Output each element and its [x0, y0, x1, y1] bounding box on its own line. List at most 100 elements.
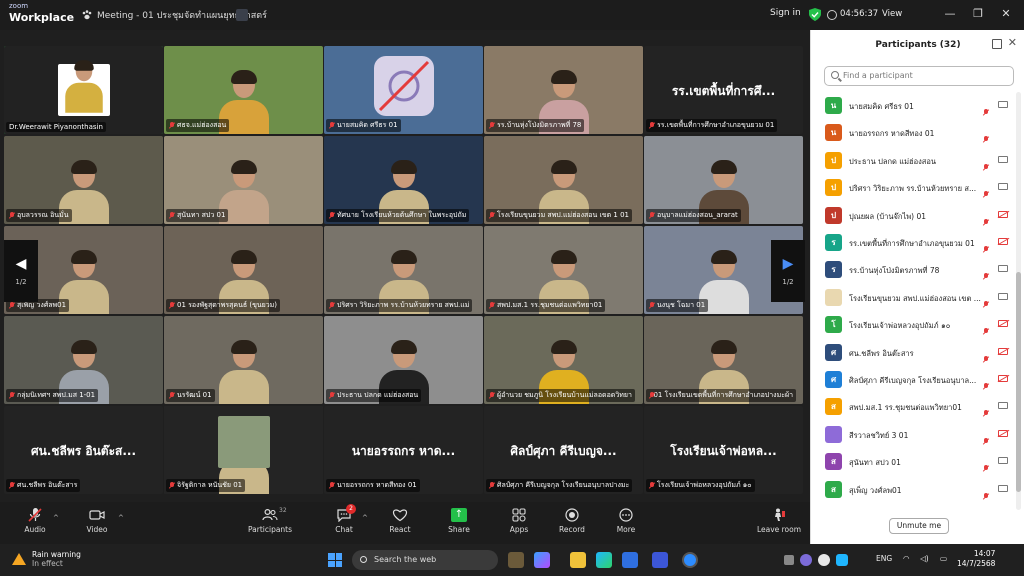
- video-tile[interactable]: ประธาน ปลกด แม่ฮ่องสอน: [324, 316, 483, 404]
- app-icon[interactable]: [652, 552, 668, 568]
- video-tile[interactable]: อนุบาลแม่ฮ่องสอน_ararat: [644, 136, 803, 224]
- video-tile[interactable]: จิรัฐติกาล หนันชัย 01: [164, 406, 323, 494]
- video-tile[interactable]: ศิลป์ศุภา คีรีเบญจ... ศิลป์ศุภา คีรีเบญจก…: [484, 406, 643, 494]
- prev-page-button[interactable]: ◀ 1/2: [4, 240, 38, 302]
- video-tile[interactable]: นายอรรถกร หาด... นายอรรถกร หาดสีทอง 01: [324, 406, 483, 494]
- video-options-caret-icon[interactable]: ^: [118, 514, 124, 522]
- camera-off-icon: [998, 375, 1008, 382]
- participant-row[interactable]: ศ ศน.ชลีพร อินต๊ะสาร: [811, 339, 1015, 366]
- video-tile[interactable]: 01 โรงเรียนเขตพื้นที่การศึกษาอำเภอปางมะผ…: [644, 316, 803, 404]
- chat-icon: 2: [336, 504, 356, 523]
- video-tile[interactable]: ปริศรา วิริยะภาพ รร.บ้านห้วยทราย สพป.แม่: [324, 226, 483, 314]
- participant-mic-status: [983, 457, 989, 476]
- participant-row[interactable]: ส สุเพ็ญ วงศ์ลพ01: [811, 476, 1015, 503]
- video-tile[interactable]: นรรัฒน์ 01: [164, 316, 323, 404]
- video-tile[interactable]: ทัศนาย โรงเรียนห้วยต้นศึกษา ในพระอุปถัม: [324, 136, 483, 224]
- tray-app-icon[interactable]: [800, 554, 812, 566]
- video-tile[interactable]: รร.เขตพื้นที่การศึ... รร.เขตพื้นที่การศึก…: [644, 46, 803, 134]
- more-button[interactable]: More: [602, 508, 650, 534]
- video-tile[interactable]: สพป.มส.1 รร.ชุมชนต่อแพวิทยา01: [484, 226, 643, 314]
- view-button[interactable]: View: [882, 9, 902, 19]
- meeting-info-icon[interactable]: [236, 9, 248, 21]
- task-view-icon[interactable]: [508, 552, 524, 568]
- file-explorer-icon[interactable]: [570, 552, 586, 568]
- video-tile[interactable]: ศน.ชลีพร อินต๊ะส... ศน.ชลีพร อินต๊ะสาร: [4, 406, 163, 494]
- tray-zoom-icon[interactable]: [818, 554, 830, 566]
- video-tile[interactable]: ศธจ.แม่ฮ่องสอน: [164, 46, 323, 134]
- participant-search-input[interactable]: Find a participant: [824, 66, 1014, 86]
- volume-icon[interactable]: ◁): [920, 554, 929, 563]
- participant-name: นายอรรถกร หาดสีทอง 01: [849, 129, 935, 139]
- next-page-button[interactable]: ▶ 1/2: [771, 240, 805, 302]
- encryption-shield-icon[interactable]: [809, 8, 821, 21]
- mic-muted-icon: [9, 482, 15, 489]
- audio-button[interactable]: Audio: [11, 508, 59, 534]
- zoom-taskbar-icon[interactable]: [682, 552, 698, 568]
- video-tile[interactable]: กลุ่มนิเทศฯ สพป.มส 1-01: [4, 316, 163, 404]
- react-button[interactable]: React: [376, 508, 424, 534]
- participant-row[interactable]: ป ประธาน ปลกด แม่ฮ่องสอน: [811, 147, 1015, 174]
- tile-name-label: โรงเรียนเจ้าพ่อหลวงอุปถัมภ์ ๑๐: [646, 479, 755, 492]
- edge-browser-icon[interactable]: [596, 552, 612, 568]
- start-menu-button[interactable]: [328, 553, 342, 567]
- participant-row[interactable]: โรงเรียนขุนยวม สพป.แม่ฮ่องสอน เขต ...: [811, 284, 1015, 311]
- participant-row[interactable]: ส สุนันทา สปว 01: [811, 448, 1015, 475]
- audio-options-caret-icon[interactable]: ^: [53, 514, 59, 522]
- participant-row[interactable]: ร รร.บ้านหุ่งโป่งมิตรภาพที่ 78: [811, 256, 1015, 283]
- tile-name-text: รร.บ้านหุ่งโป่งมิตรภาพที่ 78: [497, 121, 582, 129]
- leave-room-button[interactable]: Leave room: [752, 508, 806, 534]
- video-tile[interactable]: อุบลวรรณ อินมั่น: [4, 136, 163, 224]
- taskbar-search-box[interactable]: Search the web: [352, 550, 498, 570]
- record-label: Record: [559, 525, 585, 534]
- tray-overflow-icon[interactable]: [784, 555, 794, 565]
- mic-muted-icon: [9, 212, 15, 219]
- video-off-placeholder-icon: [374, 56, 434, 116]
- video-tile[interactable]: โรงเรียนขุนยวม สพป.แม่ฮ่องสอน เขต 1 01: [484, 136, 643, 224]
- participant-row[interactable]: สีรวาลชวิทย์ 3 01: [811, 421, 1015, 448]
- participant-row[interactable]: น นายสมคิด ศรีธร 01: [811, 92, 1015, 119]
- participant-row[interactable]: ส สพป.มส.1 รร.ชุมชนต่อแพวิทยา01: [811, 393, 1015, 420]
- popout-icon[interactable]: [992, 39, 1002, 49]
- participant-mic-status: [983, 183, 989, 202]
- video-tile[interactable]: โรงเรียนเจ้าพ่อหล... โรงเรียนเจ้าพ่อหลวงอ…: [644, 406, 803, 494]
- sign-in-link[interactable]: Sign in: [770, 8, 801, 18]
- participant-name: โรงเรียนเจ้าพ่อหลวงอุปถัมภ์ ๑๐: [849, 321, 951, 331]
- close-window-icon[interactable]: ✕: [998, 6, 1014, 22]
- participant-row[interactable]: ร รร.เขตพื้นที่การศึกษาอำเภอขุนยวม 01: [811, 229, 1015, 256]
- tile-name-label: จิรัฐติกาล หนันชัย 01: [166, 479, 246, 492]
- tray-cloud-icon[interactable]: [836, 554, 848, 566]
- weather-widget[interactable]: Rain warning In effect: [12, 550, 81, 568]
- close-panel-icon[interactable]: ✕: [1008, 36, 1017, 49]
- page-indicator-right: 1/2: [782, 278, 794, 286]
- chat-button[interactable]: 2 Chat: [320, 504, 368, 534]
- tile-name-text: ศน.ชลีพร อินต๊ะสาร: [17, 481, 78, 489]
- copilot-icon[interactable]: [534, 552, 550, 568]
- battery-icon[interactable]: ▭: [940, 554, 947, 563]
- video-tile[interactable]: รร.บ้านหุ่งโป่งมิตรภาพที่ 78: [484, 46, 643, 134]
- participant-row[interactable]: ศ ศิลป์ศุภา คีรีเบญจกุล โรงเรียนอนุบาล...: [811, 366, 1015, 393]
- store-icon[interactable]: [622, 552, 638, 568]
- participant-row[interactable]: น นายอรรถกร หาดสีทอง 01: [811, 119, 1015, 146]
- video-tile[interactable]: นายสมคิด ศรีธร 01: [324, 46, 483, 134]
- video-tile[interactable]: ผู้อำนวย ชมภูนิ โรงเรียนบ้านแม่ลอดอดวิทย…: [484, 316, 643, 404]
- restore-icon[interactable]: ❐: [970, 6, 986, 22]
- participant-row[interactable]: ป ปริศรา วิริยะภาพ รร.บ้านห้วยทราย ส...: [811, 174, 1015, 201]
- apps-button[interactable]: Apps: [495, 508, 543, 534]
- video-button[interactable]: Video: [73, 508, 121, 534]
- unmute-me-button[interactable]: Unmute me: [889, 518, 949, 534]
- wifi-icon[interactable]: ◠: [903, 554, 910, 563]
- participant-list-scrollbar[interactable]: [1016, 92, 1021, 510]
- participants-button[interactable]: 32 Participants: [245, 507, 295, 534]
- input-language[interactable]: ENG: [876, 554, 892, 563]
- participant-row[interactable]: โ โรงเรียนเจ้าพ่อหลวงอุปถัมภ์ ๑๐: [811, 311, 1015, 338]
- participant-row[interactable]: ป ปุณยผล (บ้านจ๊กไพ) 01: [811, 202, 1015, 229]
- video-tile[interactable]: สุนันทา สปว 01: [164, 136, 323, 224]
- system-clock[interactable]: 14:07 14/7/2568: [957, 549, 995, 569]
- video-tile[interactable]: 01 รองพัฐสุดาพรสุคนธ์ (ขุนยวม): [164, 226, 323, 314]
- share-button[interactable]: ↑ Share: [435, 508, 483, 534]
- scrollbar-thumb[interactable]: [1016, 272, 1021, 492]
- video-tile[interactable]: Dr.Weerawit Piyanonthasin: [4, 46, 163, 134]
- chat-options-caret-icon[interactable]: ^: [362, 514, 368, 522]
- minimize-icon[interactable]: —: [942, 6, 958, 22]
- record-button[interactable]: Record: [548, 508, 596, 534]
